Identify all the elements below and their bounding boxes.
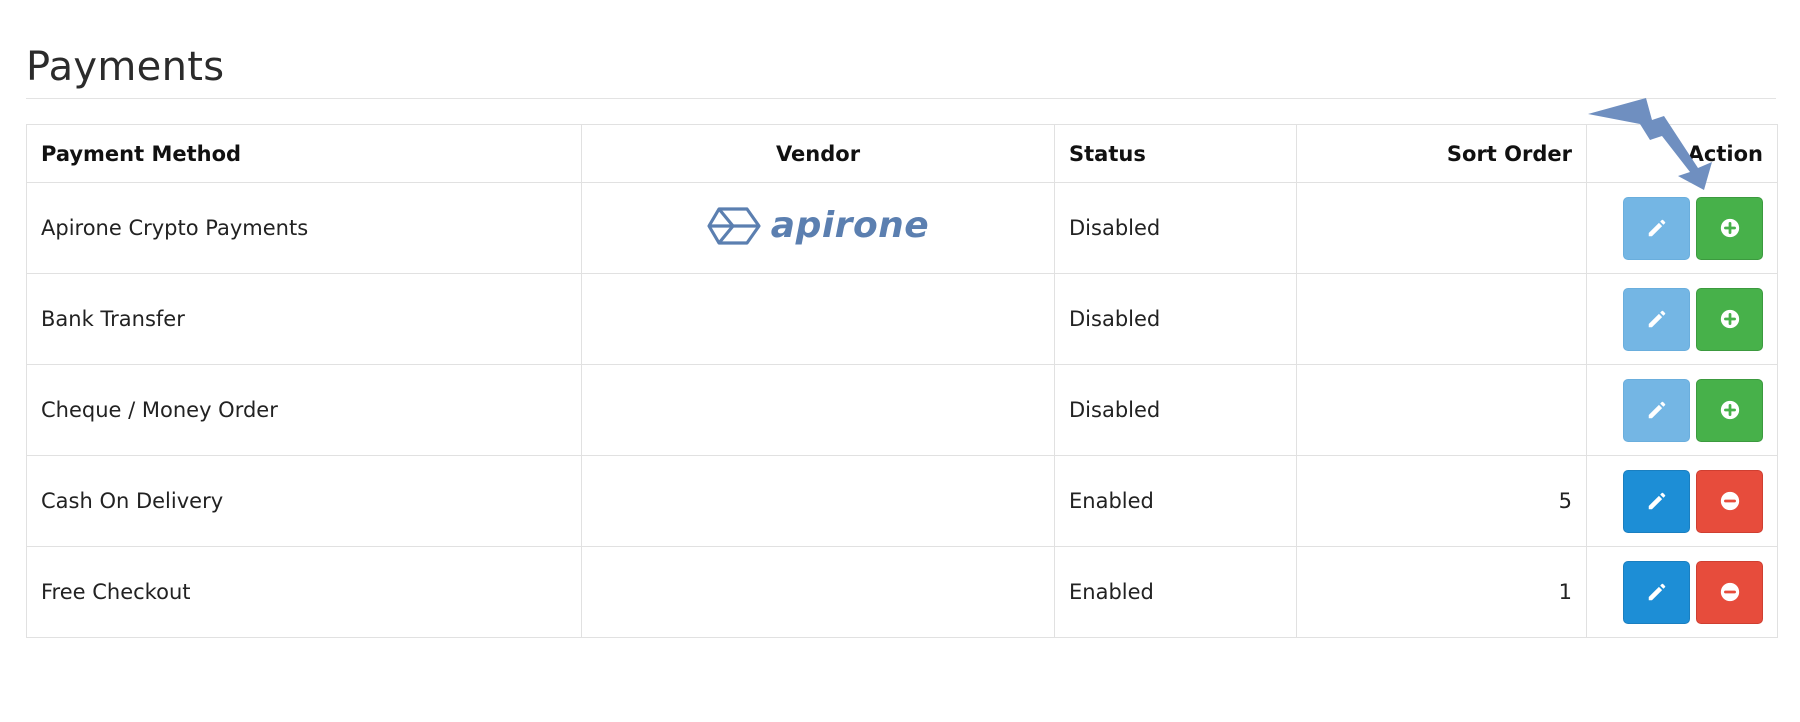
vendor-logo-text: apirone [770, 205, 930, 247]
action-buttons [1601, 560, 1763, 624]
edit-button[interactable] [1623, 196, 1690, 260]
plus-circle-icon [1720, 309, 1739, 329]
apirone-mark-icon [707, 207, 761, 245]
payment-method-cell: Free Checkout [26, 546, 582, 638]
pencil-icon [1648, 583, 1665, 601]
action-buttons [1601, 196, 1763, 260]
sort-order-cell [1296, 364, 1587, 456]
title-divider [26, 98, 1776, 99]
table-row: Cheque / Money Order Disabled [26, 364, 1778, 456]
action-cell [1586, 364, 1778, 456]
payment-method-cell: Bank Transfer [26, 273, 582, 365]
payment-method-cell: Apirone Crypto Payments [26, 182, 582, 274]
install-button[interactable] [1696, 196, 1763, 260]
lightning-arrow-icon [1588, 98, 1712, 190]
table-header-row: Payment Method Vendor Status Sort Order … [26, 124, 1778, 183]
plus-circle-icon [1720, 400, 1739, 420]
edit-button[interactable] [1623, 287, 1690, 351]
minus-circle-icon [1720, 582, 1739, 602]
header-payment-method[interactable]: Payment Method [26, 124, 582, 183]
uninstall-button[interactable] [1696, 560, 1763, 624]
plus-circle-icon [1720, 218, 1739, 238]
action-cell [1586, 273, 1778, 365]
sort-order-cell [1296, 273, 1587, 365]
action-cell [1586, 455, 1778, 547]
table-row: Bank Transfer Disabled [26, 273, 1778, 365]
install-button[interactable] [1696, 287, 1763, 351]
vendor-cell [581, 546, 1055, 638]
vendor-cell: apirone [581, 182, 1055, 274]
sort-order-cell: 1 [1296, 546, 1587, 638]
sort-order-cell: 5 [1296, 455, 1587, 547]
action-cell [1586, 546, 1778, 638]
table-row: Apirone Crypto Payments apirone Disabled [26, 182, 1778, 274]
status-cell: Disabled [1054, 364, 1297, 456]
vendor-cell [581, 364, 1055, 456]
table-row: Free Checkout Enabled 1 [26, 546, 1778, 638]
table-row: Cash On Delivery Enabled 5 [26, 455, 1778, 547]
payment-method-cell: Cheque / Money Order [26, 364, 582, 456]
status-cell: Disabled [1054, 182, 1297, 274]
pencil-icon [1648, 401, 1665, 419]
status-cell: Disabled [1054, 273, 1297, 365]
action-buttons [1601, 469, 1763, 533]
payment-method-cell: Cash On Delivery [26, 455, 582, 547]
status-cell: Enabled [1054, 455, 1297, 547]
edit-button[interactable] [1623, 469, 1690, 533]
minus-circle-icon [1720, 491, 1739, 511]
header-sort-order: Sort Order [1296, 124, 1587, 183]
payments-page: Payments Payment Method Vendor Status So… [0, 0, 1800, 722]
sort-order-cell [1296, 182, 1587, 274]
vendor-cell [581, 273, 1055, 365]
apirone-logo: apirone [707, 205, 929, 246]
action-buttons [1601, 378, 1763, 442]
install-button[interactable] [1696, 378, 1763, 442]
uninstall-button[interactable] [1696, 469, 1763, 533]
action-cell [1586, 182, 1778, 274]
pencil-icon [1648, 310, 1665, 328]
header-status: Status [1054, 124, 1297, 183]
vendor-cell [581, 455, 1055, 547]
edit-button[interactable] [1623, 378, 1690, 442]
page-title: Payments [26, 44, 225, 90]
header-vendor: Vendor [581, 124, 1055, 183]
payments-table: Payment Method Vendor Status Sort Order … [26, 124, 1778, 638]
status-cell: Enabled [1054, 546, 1297, 638]
pencil-icon [1648, 219, 1665, 237]
pencil-icon [1648, 492, 1665, 510]
edit-button[interactable] [1623, 560, 1690, 624]
action-buttons [1601, 287, 1763, 351]
